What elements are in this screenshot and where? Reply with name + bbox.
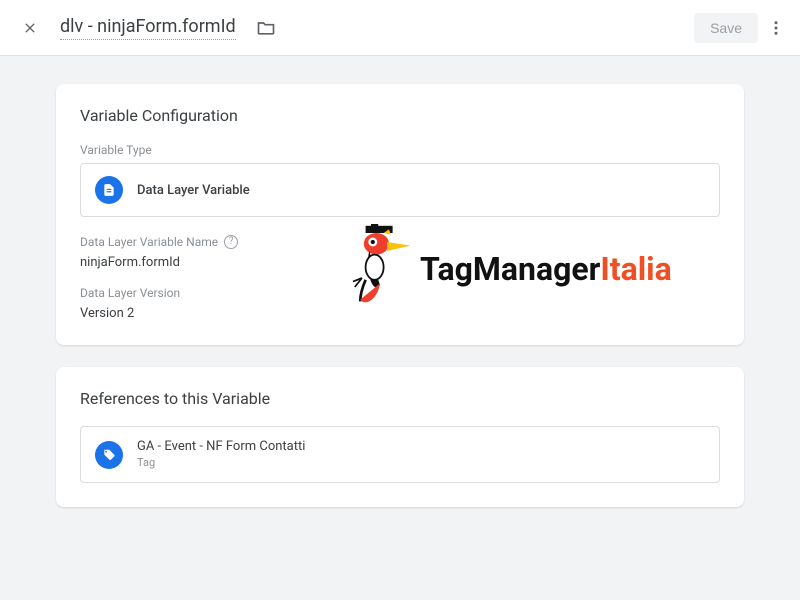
top-bar: dlv - ninjaForm.formId Save [0, 0, 800, 56]
dlv-name-label: Data Layer Variable Name ? [80, 235, 720, 249]
dlv-version-label: Data Layer Version [80, 286, 720, 300]
variable-type-label: Variable Type [80, 143, 720, 157]
dlv-name-value: ninjaForm.formId [80, 255, 720, 270]
data-layer-variable-icon [95, 176, 123, 204]
dlv-version-value: Version 2 [80, 306, 720, 321]
help-icon[interactable]: ? [224, 235, 238, 249]
body-area: Variable Configuration Variable Type Dat… [0, 56, 800, 600]
config-heading: Variable Configuration [80, 106, 720, 125]
variable-config-card: Variable Configuration Variable Type Dat… [56, 84, 744, 345]
app-root: dlv - ninjaForm.formId Save Variable Con… [0, 0, 800, 600]
references-card: References to this Variable GA - Event -… [56, 367, 744, 507]
folder-icon[interactable] [254, 16, 278, 40]
variable-type-value: Data Layer Variable [137, 183, 250, 198]
more-icon[interactable] [764, 16, 788, 40]
close-icon[interactable] [18, 16, 42, 40]
references-heading: References to this Variable [80, 389, 720, 408]
variable-type-selector[interactable]: Data Layer Variable [80, 163, 720, 217]
reference-item[interactable]: GA - Event - NF Form Contatti Tag [80, 426, 720, 483]
page-title[interactable]: dlv - ninjaForm.formId [60, 16, 236, 40]
reference-subtitle: Tag [137, 456, 305, 470]
tag-icon [95, 441, 123, 469]
reference-title: GA - Event - NF Form Contatti [137, 439, 305, 456]
save-button[interactable]: Save [694, 13, 758, 43]
